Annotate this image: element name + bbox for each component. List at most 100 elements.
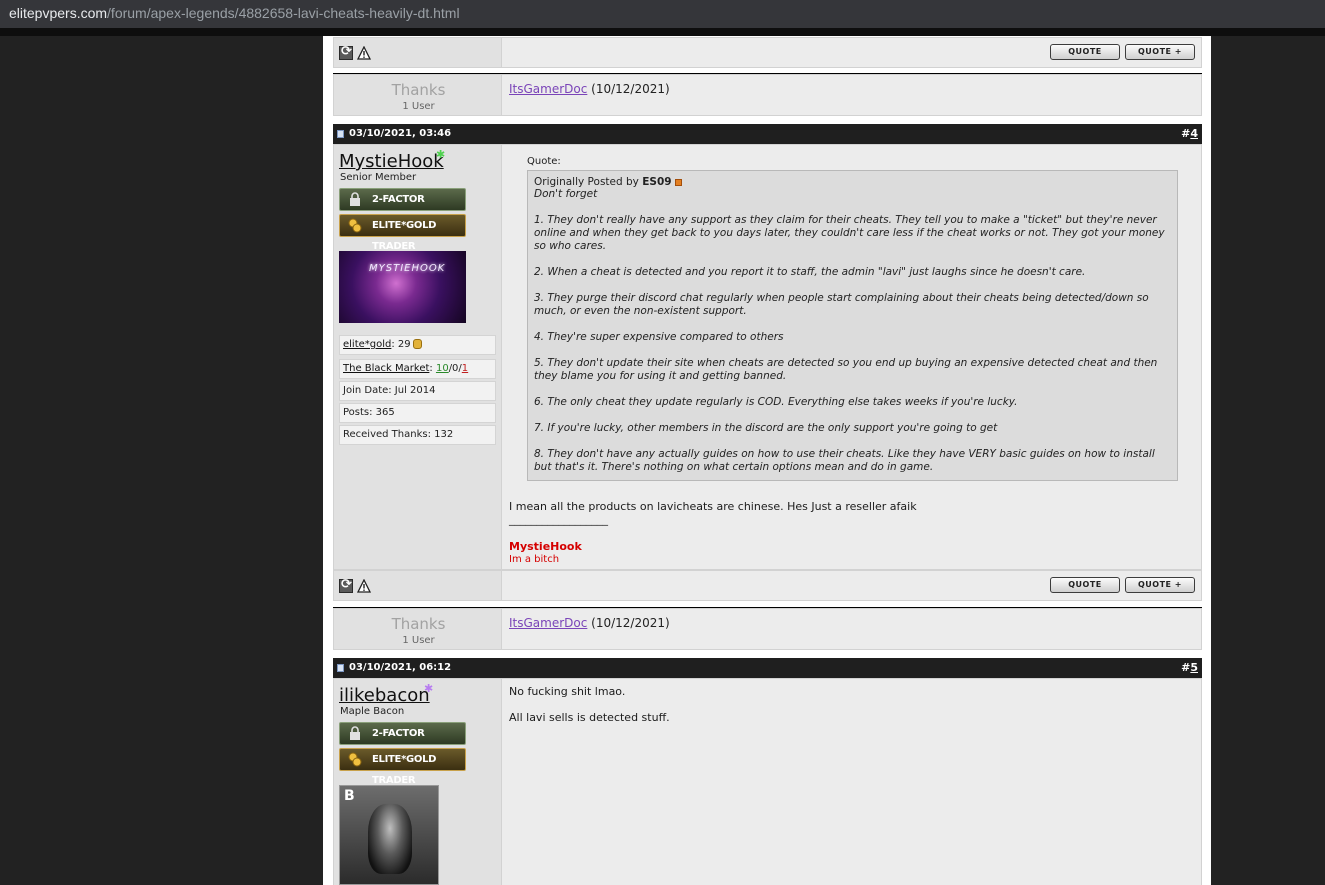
badge-2fa: 2-FACTOR SECURED	[339, 188, 466, 226]
reload-icon[interactable]	[339, 44, 353, 60]
thanks-user-link[interactable]: ItsGamerDoc	[509, 616, 587, 630]
quote-plus-button[interactable]: QUOTE +	[1125, 44, 1195, 60]
badge-2fa: 2-FACTOR SECURED	[339, 722, 466, 760]
url-path: /forum/apex-legends/4882658-lavi-cheats-…	[107, 5, 460, 21]
address-bar[interactable]: elitepvpers.com/forum/apex-legends/48826…	[0, 0, 1325, 28]
post-icon	[337, 664, 344, 672]
quote-originally: Originally Posted by	[534, 176, 639, 188]
quote-header: Originally Posted by ES09	[534, 176, 1171, 188]
stat-received-thanks: Received Thanks: 132	[339, 425, 496, 445]
quote-line: 1. They don't really have any support as…	[534, 214, 1165, 252]
market-negative[interactable]: 1	[462, 363, 468, 374]
stat-posts: Posts: 365	[339, 403, 496, 423]
post-message-line: No fucking shit lmao.	[509, 685, 626, 698]
stat-join-date: Join Date: Jul 2014	[339, 381, 496, 401]
thanks-right: ItsGamerDoc (10/12/2021)	[502, 608, 1202, 650]
lock-icon	[350, 726, 360, 740]
thanks-date: (10/12/2021)	[591, 82, 670, 96]
thanks-date: (10/12/2021)	[591, 616, 670, 630]
thanks-left: Thanks 1 User	[333, 74, 502, 116]
gold-coins-icon	[348, 218, 362, 233]
gold-coin-icon	[412, 339, 422, 349]
post-number: #4	[1181, 127, 1198, 140]
thanks-entry: ItsGamerDoc (10/12/2021)	[509, 616, 670, 630]
quote-line: 8. They don't have any actually guides o…	[534, 448, 1155, 473]
post-controls-left	[333, 37, 502, 68]
quote-author: ES09	[642, 176, 672, 188]
quote-line: Don't forget	[534, 188, 598, 200]
thanks-count: 1 User	[402, 101, 435, 112]
user-avatar: MYSTIEHOOK	[339, 251, 466, 323]
signature-name: MystieHook	[509, 540, 582, 553]
post-message: I mean all the products on lavicheats ar…	[509, 500, 917, 513]
forum-page: QUOTE QUOTE + Thanks 1 User ItsGamerDoc …	[323, 36, 1211, 885]
post-controls-right: QUOTE QUOTE +	[502, 37, 1202, 68]
quote-button[interactable]: QUOTE	[1050, 577, 1120, 593]
quote-button[interactable]: QUOTE	[1050, 44, 1120, 60]
quote-line: 7. If you're lucky, other members in the…	[534, 422, 998, 434]
post-controls-row: QUOTE QUOTE +	[333, 37, 1202, 68]
thanks-row: Thanks 1 User ItsGamerDoc (10/12/2021)	[333, 74, 1202, 116]
quote-label: Quote:	[527, 156, 561, 167]
user-avatar: B	[339, 785, 439, 885]
username-link[interactable]: ilikebacon	[339, 685, 430, 706]
thanks-left: Thanks 1 User	[333, 608, 502, 650]
thanks-row: Thanks 1 User ItsGamerDoc (10/12/2021)	[333, 608, 1202, 650]
elite-gold-link[interactable]: elite*gold	[343, 339, 391, 350]
user-info-panel: MystieHook ✱ Senior Member 2-FACTOR SECU…	[333, 144, 502, 570]
badge-gold-trader: ELITE*GOLD TRADER	[339, 214, 466, 252]
view-post-icon[interactable]	[674, 179, 682, 186]
post-message-line: All lavi sells is detected stuff.	[509, 711, 670, 724]
post-header-bar: 03/10/2021, 06:12 #5	[333, 658, 1202, 678]
reload-icon[interactable]	[339, 577, 353, 593]
black-market-sep: :	[429, 363, 433, 374]
thanks-count: 1 User	[402, 635, 435, 646]
post-number-link[interactable]: 5	[1190, 661, 1198, 674]
browser-divider	[0, 28, 1325, 36]
member-star-icon: ✱	[424, 682, 434, 695]
lock-icon	[350, 192, 360, 206]
member-star-icon: ✱	[436, 148, 446, 161]
quote-line: 6. The only cheat they update regularly …	[534, 396, 1018, 408]
quote-line: 3. They purge their discord chat regular…	[534, 292, 1149, 317]
avatar-text: MYSTIEHOOK	[369, 263, 446, 274]
badge-gold-label: ELITE*GOLD TRADER	[372, 220, 437, 252]
post-datetime: 03/10/2021, 03:46	[349, 128, 452, 139]
thanks-label: Thanks	[391, 615, 446, 633]
thanks-user-link[interactable]: ItsGamerDoc	[509, 82, 587, 96]
badge-gold-label: ELITE*GOLD TRADER	[372, 754, 437, 786]
market-neutral: /0/	[448, 363, 462, 374]
gold-coins-icon	[348, 752, 362, 767]
thanks-label: Thanks	[391, 81, 446, 99]
post-message-panel: No fucking shit lmao. All lavi sells is …	[502, 678, 1202, 885]
post-datetime: 03/10/2021, 06:12	[349, 662, 452, 673]
stat-black-market: The Black Market: 10/0/1	[339, 359, 496, 379]
quote-line: 5. They don't update their site when che…	[534, 357, 1158, 382]
post-number-hash: #	[1181, 127, 1191, 140]
quote-line: 2. When a cheat is detected and you repo…	[534, 266, 1086, 278]
post-controls-left	[333, 570, 502, 601]
signature-subtext: Im a bitch	[509, 554, 560, 565]
avatar-skull-graphic	[368, 804, 412, 874]
post-body-row: ilikebacon ✱ Maple Bacon 2-FACTOR SECURE…	[333, 678, 1202, 885]
post-number-hash: #	[1181, 661, 1191, 674]
username-link[interactable]: MystieHook	[339, 151, 444, 172]
report-warning-icon[interactable]	[357, 46, 371, 60]
user-title: Maple Bacon	[340, 706, 405, 717]
report-warning-icon[interactable]	[357, 579, 371, 593]
thanks-right: ItsGamerDoc (10/12/2021)	[502, 74, 1202, 116]
post-controls-right: QUOTE QUOTE +	[502, 570, 1202, 601]
quote-line: 4. They're super expensive compared to o…	[534, 331, 784, 343]
post-number: #5	[1181, 661, 1198, 674]
badge-gold-trader: ELITE*GOLD TRADER	[339, 748, 466, 786]
quote-plus-button[interactable]: QUOTE +	[1125, 577, 1195, 593]
stat-elite-gold: elite*gold: 29	[339, 335, 496, 355]
market-positive[interactable]: 10	[436, 363, 449, 374]
avatar-card-corner: B	[344, 788, 355, 804]
post-number-link[interactable]: 4	[1190, 127, 1198, 140]
signature-divider: __________________	[509, 513, 608, 526]
post-controls-row: QUOTE QUOTE +	[333, 570, 1202, 601]
url-host: elitepvpers.com	[9, 5, 108, 21]
black-market-link[interactable]: The Black Market	[343, 363, 429, 374]
post-icon	[337, 130, 344, 138]
